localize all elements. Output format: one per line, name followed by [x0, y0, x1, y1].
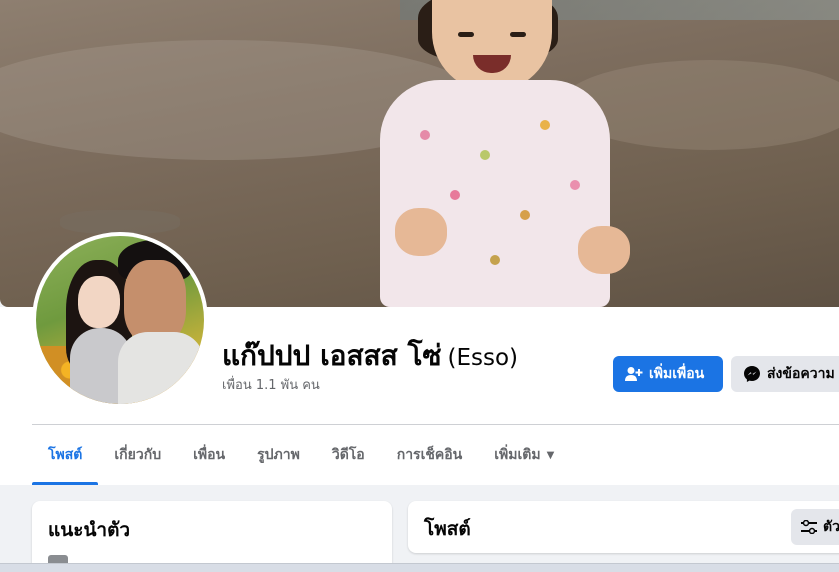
message-button[interactable]: ส่งข้อความ — [731, 356, 839, 392]
tab-videos[interactable]: วิดีโอ — [316, 425, 381, 485]
filter-button[interactable]: ตัว — [791, 509, 839, 545]
posts-card: โพสต์ ตัว — [408, 501, 839, 553]
os-taskbar — [0, 563, 839, 572]
messenger-icon — [744, 366, 760, 382]
profile-tabs: โพสต์ เกี่ยวกับ เพื่อน รูปภาพ วิดีโอ การ… — [32, 425, 570, 485]
add-friend-label: เพิ่มเพื่อน — [649, 366, 705, 382]
intro-card: แนะนำตัว — [32, 501, 392, 572]
profile-name: แก๊ปปป เอสสส โซ่ — [222, 339, 442, 372]
friend-count-link[interactable]: เพื่อน 1.1 พัน คน — [222, 374, 320, 395]
message-label: ส่งข้อความ — [767, 366, 835, 382]
tab-checkins[interactable]: การเช็คอิน — [381, 425, 479, 485]
intro-title: แนะนำตัว — [48, 519, 131, 541]
tab-about[interactable]: เกี่ยวกับ — [98, 425, 177, 485]
profile-alternate-name: (Esso) — [447, 345, 519, 371]
add-friend-button[interactable]: เพิ่มเพื่อน — [613, 356, 723, 392]
person-plus-icon — [625, 367, 643, 381]
sliders-icon — [801, 520, 817, 534]
tab-more[interactable]: เพิ่มเติม ▼ — [478, 425, 570, 485]
profile-name-line: แก๊ปปป เอสสส โซ่ (Esso) — [222, 334, 518, 372]
caret-down-icon: ▼ — [546, 449, 555, 461]
tab-posts[interactable]: โพสต์ — [32, 425, 99, 485]
filter-label: ตัว — [823, 519, 839, 535]
cover-child-figure — [370, 0, 635, 307]
posts-title: โพสต์ — [424, 518, 471, 540]
tab-photos[interactable]: รูปภาพ — [241, 425, 316, 485]
tab-friends[interactable]: เพื่อน — [177, 425, 241, 485]
avatar[interactable] — [36, 236, 204, 404]
